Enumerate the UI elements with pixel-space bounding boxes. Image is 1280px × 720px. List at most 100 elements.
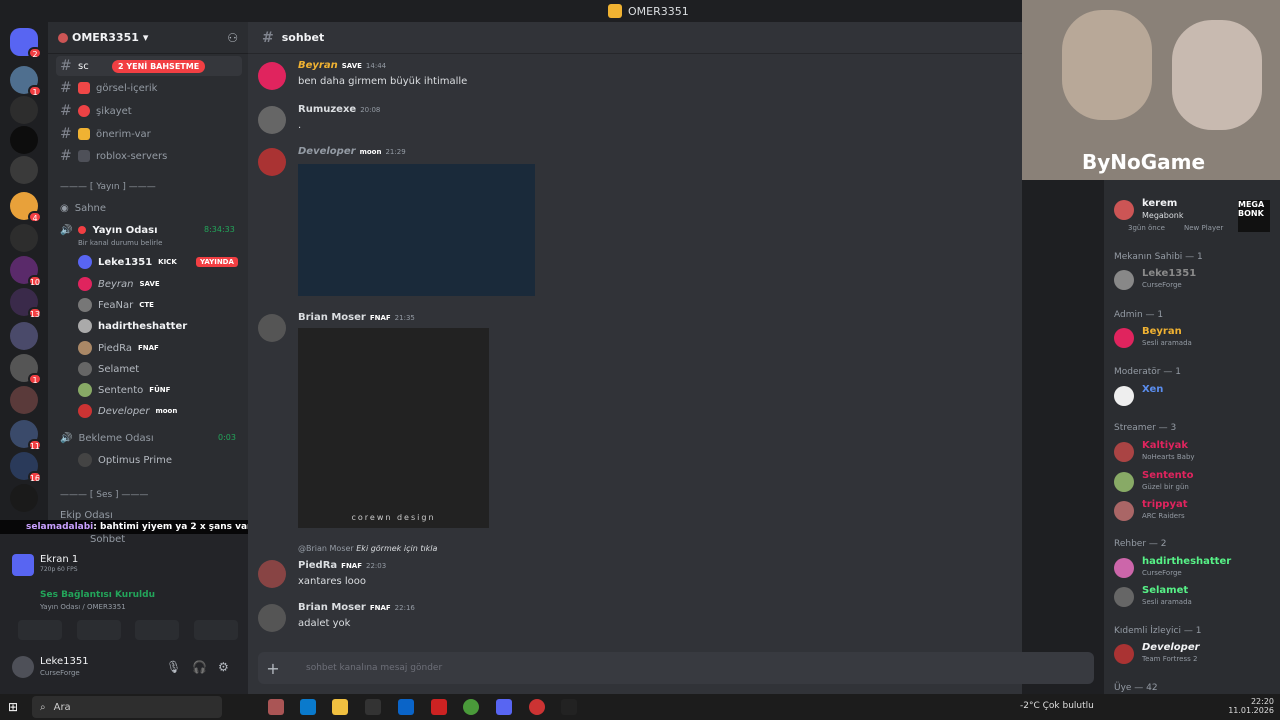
obs-icon[interactable] — [561, 699, 577, 715]
avatar[interactable] — [258, 148, 286, 176]
voice-user[interactable]: FeaNar CTE — [78, 295, 154, 315]
clock[interactable]: 22:20 11.01.2026 — [1228, 697, 1274, 715]
voice-user[interactable]: Sentento FÜNF — [78, 380, 170, 400]
channel-item-onerim-var[interactable]: # önerim-var — [56, 124, 242, 144]
opera-icon[interactable] — [431, 699, 447, 715]
image-attachment[interactable]: corewn design — [298, 328, 489, 528]
camera-button[interactable] — [76, 620, 121, 640]
message-input[interactable]: sohbet kanalına mesaj gönder — [288, 663, 442, 673]
voice-user[interactable]: Beyran SAVE — [78, 274, 160, 294]
voice-user[interactable]: PiedRa FNAF — [78, 338, 159, 358]
webcam-overlay: ByNoGame — [1022, 0, 1280, 180]
voice-channel-bekleme-odasi[interactable]: 🔊 Bekleme Odası — [56, 428, 242, 448]
stream-chat-overlay: selamadalabi: bahtimi yiyem ya 2 x şans … — [0, 520, 290, 534]
member-item[interactable]: Leke1351 CurseForge — [1114, 268, 1278, 294]
server-icon[interactable] — [10, 126, 38, 154]
speaker-icon: 🔊 — [60, 432, 73, 444]
stop-stream-button[interactable] — [18, 620, 62, 640]
brand-logo-text: ByNoGame — [1082, 150, 1206, 174]
member-item[interactable]: trippyat ARC Raiders — [1114, 499, 1278, 525]
discord-icon[interactable] — [496, 699, 512, 715]
voice-user[interactable]: Optimus Prime — [78, 450, 172, 470]
server-icon[interactable] — [10, 156, 38, 184]
mic-icon[interactable]: 🎙 — [166, 660, 181, 674]
image-caption: corewn design — [351, 513, 436, 522]
folder-icon[interactable] — [332, 699, 348, 715]
server-icon[interactable]: 1 — [10, 66, 42, 97]
server-icon[interactable] — [10, 386, 38, 414]
app-icon[interactable] — [268, 699, 284, 715]
voice-user[interactable]: Selamet — [78, 359, 139, 379]
avatar[interactable] — [258, 560, 286, 588]
user-name: Leke1351 — [40, 656, 89, 667]
weather-widget[interactable]: -2°C Çok bulutlu — [1020, 701, 1094, 711]
server-icon[interactable] — [10, 96, 38, 124]
channel-status[interactable]: Bir kanal durumu belirle — [78, 239, 162, 247]
member-item[interactable]: Sentento Güzel bir gün — [1114, 470, 1278, 496]
member-item[interactable]: Selamet Sesli aramada — [1114, 585, 1278, 611]
plus-icon[interactable]: + — [258, 659, 288, 678]
taskbar-search[interactable]: ⌕ Ara — [32, 696, 222, 718]
member-item[interactable]: Xen — [1114, 384, 1278, 410]
member-item[interactable]: Kaltiyak NoHearts Baby — [1114, 440, 1278, 466]
window-title: OMER3351 — [608, 4, 689, 18]
edge-icon[interactable] — [300, 699, 316, 715]
member-item[interactable]: Developer Team Fortress 2 — [1114, 642, 1278, 668]
member-item[interactable]: Beyran Sesli aramada — [1114, 326, 1278, 352]
avatar[interactable] — [258, 106, 286, 134]
voice-user[interactable]: hadirtheshatter — [78, 316, 187, 336]
mail-icon[interactable] — [398, 699, 414, 715]
server-icon — [608, 4, 622, 18]
server-icon[interactable]: 13 — [10, 288, 42, 319]
image-attachment[interactable] — [298, 164, 535, 296]
stream-title: Ekran 1 — [40, 554, 79, 565]
channel-item-sikayet[interactable]: # şikayet — [56, 101, 242, 121]
stage-icon: ◉ — [60, 202, 69, 214]
member-item[interactable]: hadirtheshatter CurseForge — [1114, 556, 1278, 582]
server-icon[interactable] — [10, 224, 38, 252]
chat-header: # sohbet — [248, 22, 1022, 54]
hash-icon: # — [60, 58, 72, 74]
avatar[interactable] — [12, 656, 34, 678]
gear-icon[interactable]: ⚙ — [218, 660, 229, 674]
member-list: kerem Megabonk 3gün önce New Player MEGA… — [1104, 180, 1280, 694]
stream-quality: 720p 60 FPS — [40, 566, 78, 573]
avatar[interactable] — [258, 314, 286, 342]
server-icon[interactable]: 10 — [10, 256, 42, 287]
discord-home-icon[interactable]: 2 — [10, 28, 42, 59]
message-input-bar: + sohbet kanalına mesaj gönder — [258, 652, 1094, 684]
new-mentions-pill[interactable]: 2 YENİ BAHSETME — [112, 60, 206, 73]
add-member-icon[interactable]: ⚇ — [227, 31, 238, 45]
category-ses[interactable]: ——— [ Ses ] ——— — [60, 490, 148, 500]
server-header[interactable]: OMER3351 ▾ ⚇ — [48, 22, 248, 54]
channel-item-gorsel-icerik[interactable]: # görsel-içerik — [56, 78, 242, 98]
speaker-icon: 🔊 — [60, 224, 73, 236]
server-icon[interactable]: 1 — [10, 354, 42, 385]
stage-channel[interactable]: ◉ Sahne — [56, 198, 242, 218]
server-icon[interactable]: 11 — [10, 420, 42, 451]
windows-start-icon[interactable]: ⊞ — [8, 700, 18, 714]
avatar[interactable] — [258, 62, 286, 90]
voice-user[interactable]: Developer moon — [78, 401, 177, 421]
channel-item-roblox-servers[interactable]: # roblox-servers — [56, 146, 242, 166]
stream-preview-icon — [12, 554, 34, 576]
server-icon[interactable]: 16 — [10, 452, 42, 483]
voice-channel-sohbet[interactable]: Sohbet — [90, 534, 125, 545]
chat-area: # sohbet Beyran SAVE 14:44 ben daha girmem… — [248, 22, 1094, 694]
headphones-icon[interactable]: 🎧 — [192, 660, 207, 674]
app-icon[interactable] — [529, 699, 545, 715]
activities-button[interactable] — [135, 620, 180, 640]
taskbar: ⊞ ⌕ Ara -2°C Çok bulutlu 22:20 11.01.2026 — [0, 694, 1280, 720]
chrome-icon[interactable] — [463, 699, 479, 715]
reply-preview[interactable]: @Brian Moser Eki görmek için tıkla — [298, 544, 437, 553]
voice-user[interactable]: Leke1351 KICK — [78, 252, 177, 272]
avatar[interactable] — [258, 604, 286, 632]
category-yayin[interactable]: ——— [ Yayın ] ——— — [60, 182, 156, 192]
soundboard-button[interactable] — [193, 620, 238, 640]
server-icon[interactable]: 4 — [10, 192, 42, 223]
store-icon[interactable] — [365, 699, 381, 715]
server-icon[interactable] — [10, 484, 38, 512]
voice-connected-label[interactable]: Ses Bağlantısı Kuruldu — [40, 590, 155, 600]
server-name: OMER3351 — [72, 31, 139, 44]
server-icon[interactable] — [10, 322, 38, 350]
